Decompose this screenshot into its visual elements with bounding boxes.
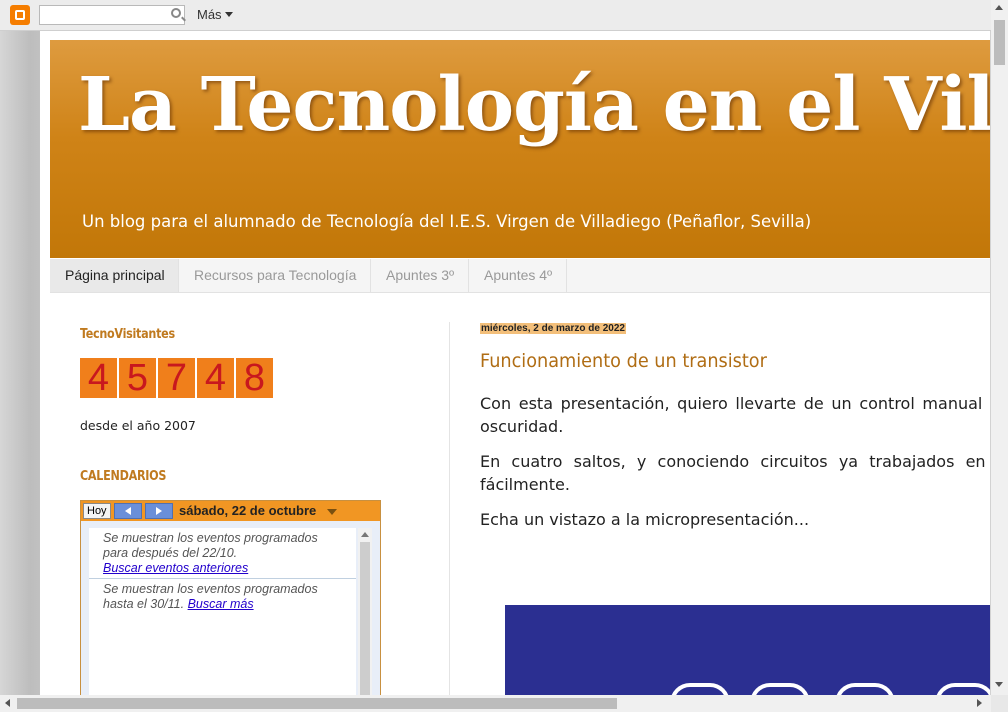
- today-button[interactable]: Hoy: [83, 503, 111, 519]
- since-text: desde el año 2007: [80, 418, 196, 433]
- vertical-scroll-thumb[interactable]: [994, 20, 1005, 65]
- chevron-down-icon[interactable]: [327, 509, 337, 515]
- post-paragraph: En cuatro saltos, y conociendo circuitos…: [480, 452, 990, 494]
- pages-tabs: Página principal Recursos para Tecnologí…: [50, 259, 990, 293]
- search-input[interactable]: [39, 5, 185, 25]
- horizontal-scrollbar[interactable]: [0, 695, 1008, 712]
- visitor-counter: 4 5 7 4 8: [80, 358, 275, 398]
- column-divider: [449, 322, 450, 696]
- vertical-scrollbar[interactable]: [991, 0, 1008, 712]
- embedded-presentation[interactable]: [505, 605, 990, 696]
- counter-digit: 7: [158, 358, 195, 398]
- scroll-up-icon[interactable]: [995, 5, 1003, 10]
- tab-apuntes-3[interactable]: Apuntes 3º: [371, 259, 469, 292]
- blog-page: La Tecnología en el Villa Un blog para e…: [40, 31, 990, 696]
- search-icon[interactable]: [171, 8, 181, 18]
- calendar-toolbar: Hoy sábado, 22 de octubre: [81, 501, 380, 521]
- calendar-message: Se muestran los eventos programados hast…: [103, 582, 343, 612]
- scrollbar-corner: [991, 695, 1008, 712]
- horizontal-scroll-thumb[interactable]: [17, 698, 617, 709]
- blogger-logo-icon[interactable]: [10, 5, 30, 25]
- divider: [89, 578, 356, 579]
- tab-recursos[interactable]: Recursos para Tecnología: [179, 259, 371, 292]
- chevron-down-icon: [224, 12, 233, 17]
- blog-header: La Tecnología en el Villa Un blog para e…: [50, 40, 990, 258]
- more-menu-button[interactable]: Más: [197, 7, 233, 22]
- scroll-up-icon[interactable]: [361, 532, 369, 537]
- calendars-widget-title: CALENDARIOS: [80, 468, 167, 484]
- calendar-message: Se muestran los eventos programados para…: [103, 531, 343, 576]
- scroll-left-icon[interactable]: [5, 699, 10, 707]
- scroll-thumb[interactable]: [360, 542, 370, 696]
- tab-pagina-principal[interactable]: Página principal: [50, 259, 179, 292]
- tab-apuntes-4[interactable]: Apuntes 4º: [469, 259, 567, 292]
- previous-button[interactable]: [114, 503, 142, 519]
- calendar-message-text: Se muestran los eventos programados para…: [103, 531, 318, 560]
- calendar-agenda: Se muestran los eventos programados para…: [89, 528, 356, 696]
- search-more-link[interactable]: Buscar más: [188, 597, 254, 611]
- counter-digit: 4: [197, 358, 234, 398]
- calendar-date-label[interactable]: sábado, 22 de octubre: [179, 503, 316, 518]
- calendar-scrollbar[interactable]: [358, 528, 372, 696]
- arrow-right-icon: [156, 507, 162, 515]
- blog-description: Un blog para el alumnado de Tecnología d…: [82, 212, 812, 231]
- post-paragraph: Con esta presentación, quiero llevarte d…: [480, 394, 990, 436]
- visitors-widget-title: TecnoVisitantes: [80, 326, 175, 342]
- counter-digit: 8: [236, 358, 273, 398]
- counter-digit: 4: [80, 358, 117, 398]
- blogger-navbar: Más: [0, 0, 1008, 31]
- post-date: miércoles, 2 de marzo de 2022: [480, 323, 626, 334]
- arrow-left-icon: [125, 507, 131, 515]
- scroll-right-icon[interactable]: [977, 699, 982, 707]
- google-calendar-widget: Hoy sábado, 22 de octubre Se muestran lo…: [80, 500, 381, 696]
- blog-title[interactable]: La Tecnología en el Villa: [78, 62, 990, 148]
- more-menu-label: Más: [197, 7, 222, 22]
- scroll-down-icon[interactable]: [995, 682, 1003, 687]
- next-button[interactable]: [145, 503, 173, 519]
- counter-digit: 5: [119, 358, 156, 398]
- post-paragraph: Echa un vistazo a la micropresentación..…: [480, 510, 810, 529]
- search-earlier-events-link[interactable]: Buscar eventos anteriores: [103, 561, 248, 575]
- post-title[interactable]: Funcionamiento de un transistor: [480, 350, 767, 372]
